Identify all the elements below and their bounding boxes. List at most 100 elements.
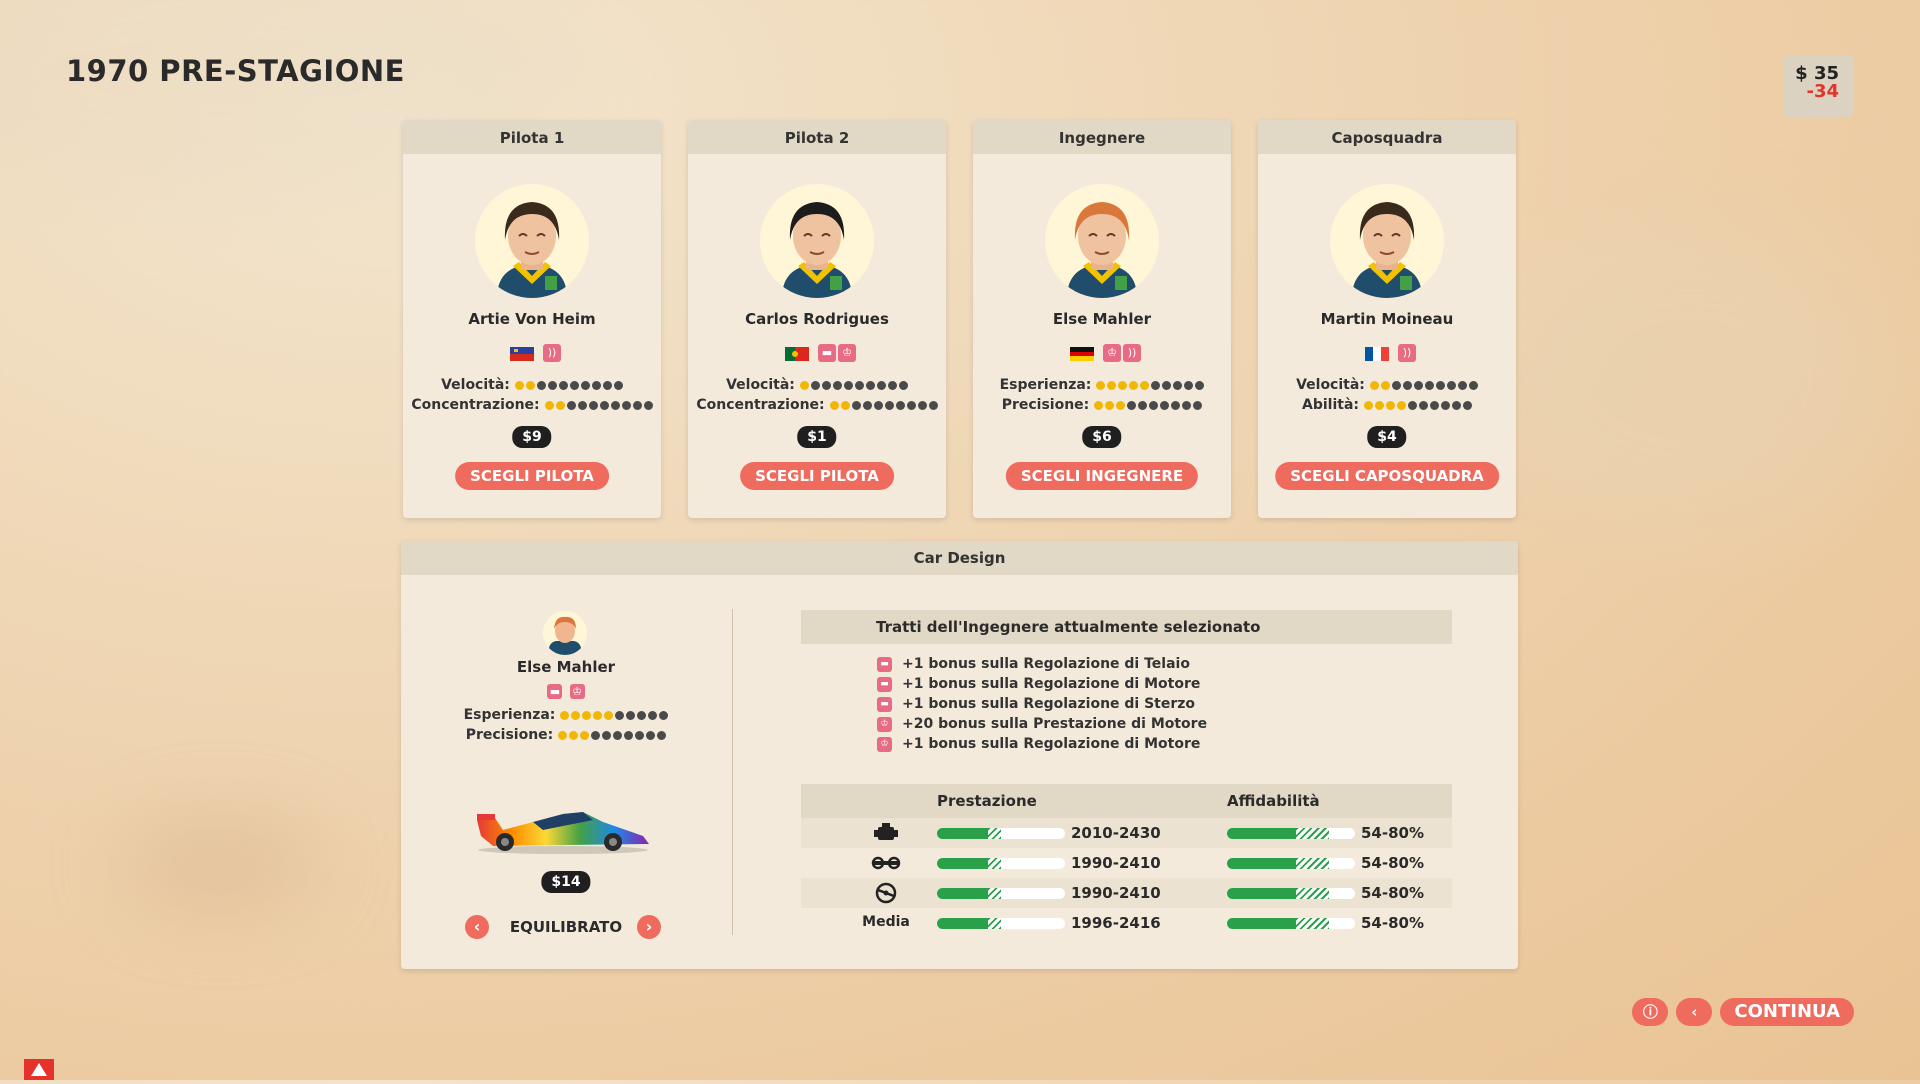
staff-card: Caposquadra Martin Moineau )) Velocità: A… [1258,120,1516,518]
performance-value: 1996-2416 [1071,914,1161,932]
dot-empty [659,710,669,720]
flag-france [1365,346,1389,361]
dot-empty [1138,400,1148,410]
trait-icon: ▬ [877,676,892,692]
trait-icon: ▬ [547,684,563,699]
dot-empty [591,380,601,390]
trait-icon[interactable]: )) [1123,343,1141,362]
performance-row: 1990-2410 54-80% [801,878,1452,908]
choose-button[interactable]: SCEGLI PILOTA [740,462,894,490]
stat-row: Velocità: [688,375,946,395]
page-title: 1970 PRE-STAGIONE [66,54,405,88]
performance-table: Prestazione Affidabilità 2010-2430 54-80… [801,784,1452,938]
person-name: Artie Von Heim [468,310,596,328]
stat-dots [544,400,653,410]
dot-empty [843,380,853,390]
dot-filled [560,710,570,720]
dot-filled [544,400,554,410]
trait-list: ▬ +1 bonus sulla Regolazione di Telaio ▬ +1… [801,654,1452,754]
dot-empty [876,380,886,390]
dot-empty [1463,400,1472,410]
warning-icon[interactable] [24,1059,54,1080]
bottom-buttons: ⓘ ‹ CONTINUA [1632,998,1854,1026]
divider [732,609,733,935]
flag-liechtenstein [510,346,534,361]
dot-empty [657,730,667,740]
stat-dots [829,400,938,410]
choose-button[interactable]: SCEGLI PILOTA [455,462,609,490]
stat-dots [1369,380,1478,390]
car-design-title: Car Design [401,541,1518,575]
trait-text: +1 bonus sulla Regolazione di Sterzo [902,696,1196,712]
stat-dots [558,730,667,740]
portrait [1330,184,1444,298]
dot-empty [821,380,831,390]
dot-empty [613,730,623,740]
dot-filled [1129,380,1139,390]
dot-empty [1391,380,1401,390]
stat-row: Concentrazione: [403,395,661,415]
dot-filled [1364,400,1373,410]
performance-bar [937,858,1065,869]
trait-icon[interactable]: )) [543,343,561,362]
traits-title: Tratti dell'Ingegnere attualmente selezi… [801,610,1452,644]
traits-row: ▬ ♔ [688,342,946,362]
stat-row: Esperienza: [973,375,1231,395]
trait-line: ♔ +20 bonus sulla Prestazione di Motore [876,714,1452,734]
dot-empty [577,400,587,410]
stat-label: Concentrazione: [411,397,540,413]
stat-dots [514,380,623,390]
trait-icon: ♔ [877,736,892,752]
performance-bar [937,828,1065,839]
stat-dots [1096,380,1205,390]
dot-filled [558,730,568,740]
trait-icon[interactable]: )) [1398,343,1416,362]
trait-icon[interactable]: ♔ [1103,343,1121,362]
card-role: Ingegnere [973,120,1231,154]
dot-empty [621,400,631,410]
row-label: Media [862,914,910,930]
dot-filled [1096,380,1106,390]
trait-line: ▬ +1 bonus sulla Regolazione di Motore [876,674,1452,694]
mode-prev-button[interactable]: ‹ [465,915,489,939]
stat-label: Concentrazione: [696,397,825,413]
stat-dots [799,380,908,390]
continue-button[interactable]: CONTINUA [1720,998,1854,1026]
dot-empty [810,380,820,390]
info-button[interactable]: ⓘ [1632,998,1669,1026]
trait-icon[interactable]: ♔ [838,343,856,362]
dot-empty [1173,380,1183,390]
dot-empty [626,710,636,720]
dot-empty [1127,400,1137,410]
money-box: $ 35 -34 [1784,55,1854,117]
dot-empty [547,380,557,390]
dot-empty [928,400,938,410]
portrait [1045,184,1159,298]
dot-empty [1182,400,1192,410]
reliability-bar [1227,888,1355,899]
performance-row: Media 1996-2416 54-80% [801,908,1452,938]
trait-icon[interactable]: ▬ [818,343,836,362]
dot-empty [851,400,861,410]
back-button[interactable]: ‹ [1676,998,1713,1026]
stat-dots [1094,400,1203,410]
reliability-value: 54-80% [1361,824,1425,842]
cash-delta: -34 [1806,81,1839,102]
trait-icon: ▬ [877,656,892,672]
stat-label: Velocità: [726,377,795,393]
dot-empty [1435,380,1445,390]
dot-empty [1419,400,1428,410]
dot-empty [588,400,598,410]
reliability-column: Affidabilità [1227,792,1320,810]
choose-button[interactable]: SCEGLI CAPOSQUADRA [1275,462,1499,490]
traits-row: )) [403,342,661,362]
dot-filled [514,380,524,390]
dot-filled [604,710,614,720]
mode-next-button[interactable]: › [637,915,661,939]
choose-button[interactable]: SCEGLI INGEGNERE [1005,462,1199,490]
dot-empty [898,380,908,390]
dot-empty [637,710,647,720]
dot-empty [566,400,576,410]
dot-empty [591,730,601,740]
performance-value: 2010-2430 [1071,824,1161,842]
